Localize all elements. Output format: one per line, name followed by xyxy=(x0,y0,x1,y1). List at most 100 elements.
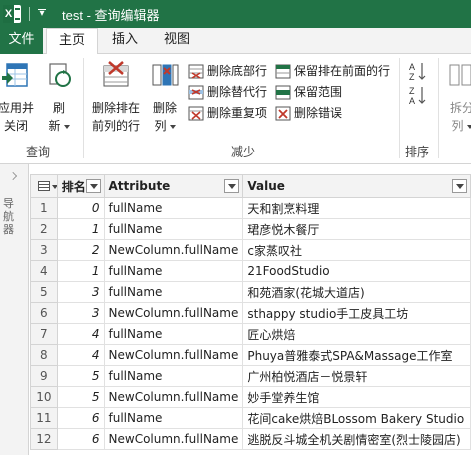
remove-duplicates-label: 删除重复项 xyxy=(207,106,268,120)
cell-attribute[interactable]: fullName xyxy=(103,197,244,219)
title-bar: X ▾ test - 查询编辑器 xyxy=(0,0,471,28)
remove-errors-icon xyxy=(275,106,291,121)
tab-insert[interactable]: 插入 xyxy=(103,28,147,54)
remove-bottom-rows-icon xyxy=(188,64,204,79)
cell-attribute[interactable]: NewColumn.fullName xyxy=(103,239,244,261)
cell-attribute[interactable]: fullName xyxy=(103,281,244,303)
filter-dropdown-icon[interactable] xyxy=(224,179,240,193)
split-column-button[interactable]: 拆分 列 xyxy=(444,58,471,138)
row-number[interactable]: 12 xyxy=(30,428,58,450)
cell-attribute[interactable]: NewColumn.fullName xyxy=(103,386,244,408)
cell-value[interactable]: c家蒸叹社 xyxy=(242,239,471,261)
row-number[interactable]: 11 xyxy=(30,407,58,429)
table-row[interactable]: 8 4 NewColumn.fullName Phuya普雅泰式SPA&Massage… xyxy=(30,344,471,366)
cell-value[interactable]: sthappy studio手工皮具工坊 xyxy=(242,302,471,324)
remove-top-rows-label-2: 前列的行 xyxy=(91,119,140,133)
cell-value[interactable]: 21FoodStudio xyxy=(242,260,471,282)
cell-value[interactable]: 天和割烹料理 xyxy=(242,197,471,219)
cell-value[interactable]: 逃脱反斗城全机关剧情密室(烈士陵园店) xyxy=(242,428,471,450)
table-row[interactable]: 10 5 NewColumn.fullName 妙手堂养生馆 xyxy=(30,386,471,408)
column-header-value[interactable]: Value xyxy=(242,174,471,198)
table-row[interactable]: 3 2 NewColumn.fullName c家蒸叹社 xyxy=(30,239,471,261)
row-number[interactable]: 4 xyxy=(30,260,58,282)
cell-attribute[interactable]: NewColumn.fullName xyxy=(103,428,244,450)
cell-rank[interactable]: 4 xyxy=(56,344,105,366)
cell-attribute[interactable]: fullName xyxy=(103,260,244,282)
filter-dropdown-icon[interactable] xyxy=(452,179,467,193)
keep-top-rows-label: 保留排在前面的行 xyxy=(294,64,391,78)
table-row[interactable]: 4 1 fullName 21FoodStudio xyxy=(30,260,471,282)
row-number[interactable]: 5 xyxy=(30,281,58,303)
column-header-rank[interactable]: 排名 xyxy=(56,174,105,198)
split-column-label-2: 列 xyxy=(444,118,471,134)
cell-value[interactable]: 花间cake烘焙BLossom Bakery Studio xyxy=(242,407,471,429)
cell-rank[interactable]: 5 xyxy=(56,365,105,387)
cell-attribute[interactable]: fullName xyxy=(103,323,244,345)
row-number[interactable]: 10 xyxy=(30,386,58,408)
chevron-right-icon[interactable] xyxy=(9,172,17,180)
cell-attribute[interactable]: fullName xyxy=(103,407,244,429)
apply-close-button[interactable]: 应用并 关闭 xyxy=(0,58,36,138)
row-number[interactable]: 1 xyxy=(30,197,58,219)
data-grid: 排名 Attribute Value 1 0 fullName 天和割烹料理 2 1 ful… xyxy=(30,174,471,455)
cell-rank[interactable]: 2 xyxy=(56,239,105,261)
table-header-row: 排名 Attribute Value xyxy=(30,174,471,198)
remove-top-rows-button[interactable]: 删除排在 前列的行 xyxy=(88,58,144,138)
cell-value[interactable]: 和苑酒家(花城大道店) xyxy=(242,281,471,303)
quick-access-dropdown-icon[interactable]: ▾ xyxy=(35,6,49,22)
title-separator xyxy=(29,7,30,21)
cell-rank[interactable]: 4 xyxy=(56,323,105,345)
cell-rank[interactable]: 6 xyxy=(56,407,105,429)
cell-value[interactable]: 匠心烘焙 xyxy=(242,323,471,345)
group-label-reduce: 减少 xyxy=(231,145,256,159)
sort-descending-button[interactable]: ZA xyxy=(407,84,429,106)
row-number[interactable]: 7 xyxy=(30,323,58,345)
cell-rank[interactable]: 1 xyxy=(56,218,105,240)
chevron-down-icon xyxy=(63,124,70,129)
tab-home[interactable]: 主页 xyxy=(46,28,98,55)
cell-attribute[interactable]: NewColumn.fullName xyxy=(103,302,244,324)
refresh-button[interactable]: 刷 新 xyxy=(42,58,76,138)
table-row[interactable]: 7 4 fullName 匠心烘焙 xyxy=(30,323,471,345)
keep-top-rows-icon xyxy=(275,64,291,79)
sort-ascending-button[interactable]: AZ xyxy=(407,60,429,82)
cell-rank[interactable]: 3 xyxy=(56,281,105,303)
column-header-label: Value xyxy=(247,179,285,193)
table-row[interactable]: 12 6 NewColumn.fullName 逃脱反斗城全机关剧情密室(烈士陵园店) xyxy=(30,428,471,450)
group-divider xyxy=(83,58,84,158)
cell-value[interactable]: 广州柏悦酒店－悦景轩 xyxy=(242,365,471,387)
cell-attribute[interactable]: fullName xyxy=(103,218,244,240)
row-number[interactable]: 2 xyxy=(30,218,58,240)
table-row[interactable]: 5 3 fullName 和苑酒家(花城大道店) xyxy=(30,281,471,303)
ribbon-tab-bar: 文件 主页 插入 视图 xyxy=(0,28,471,55)
table-row[interactable]: 6 3 NewColumn.fullName sthappy studio手工皮具工坊 xyxy=(30,302,471,324)
navigator-pane-collapsed[interactable]: 导航器 xyxy=(0,164,29,455)
cell-value[interactable]: 妙手堂养生馆 xyxy=(242,386,471,408)
svg-text:A: A xyxy=(409,96,415,106)
table-row[interactable]: 9 5 fullName 广州柏悦酒店－悦景轩 xyxy=(30,365,471,387)
cell-value[interactable]: 珺彦悦木餐厅 xyxy=(242,218,471,240)
cell-rank[interactable]: 5 xyxy=(56,386,105,408)
cell-value[interactable]: Phuya普雅泰式SPA&Massage工作室 xyxy=(242,344,471,366)
cell-attribute[interactable]: NewColumn.fullName xyxy=(103,344,244,366)
row-number[interactable]: 8 xyxy=(30,344,58,366)
table-row[interactable]: 2 1 fullName 珺彦悦木餐厅 xyxy=(30,218,471,240)
cell-rank[interactable]: 0 xyxy=(56,197,105,219)
column-header-attribute[interactable]: Attribute xyxy=(103,174,244,198)
cell-rank[interactable]: 3 xyxy=(56,302,105,324)
remove-errors-label: 删除错误 xyxy=(294,106,343,120)
cell-rank[interactable]: 6 xyxy=(56,428,105,450)
excel-app-icon[interactable]: X xyxy=(3,5,21,23)
remove-columns-button[interactable]: 删除 列 xyxy=(147,58,183,138)
cell-rank[interactable]: 1 xyxy=(56,260,105,282)
row-number[interactable]: 9 xyxy=(30,365,58,387)
tab-view[interactable]: 视图 xyxy=(155,28,199,54)
row-number[interactable]: 3 xyxy=(30,239,58,261)
table-row[interactable]: 1 0 fullName 天和割烹料理 xyxy=(30,197,471,219)
table-menu-button[interactable] xyxy=(30,174,58,198)
filter-dropdown-icon[interactable] xyxy=(85,179,101,193)
cell-attribute[interactable]: fullName xyxy=(103,365,244,387)
tab-file[interactable]: 文件 xyxy=(0,28,43,54)
table-row[interactable]: 11 6 fullName 花间cake烘焙BLossom Bakery Studio xyxy=(30,407,471,429)
row-number[interactable]: 6 xyxy=(30,302,58,324)
